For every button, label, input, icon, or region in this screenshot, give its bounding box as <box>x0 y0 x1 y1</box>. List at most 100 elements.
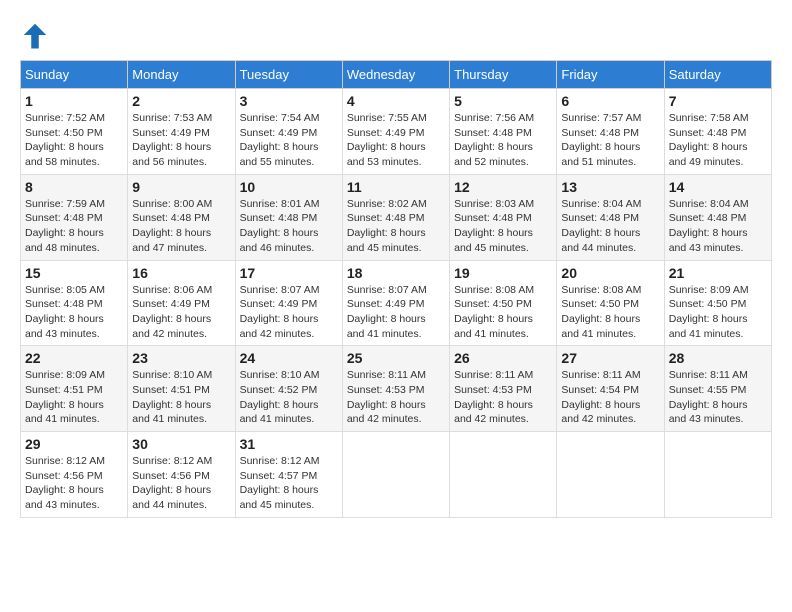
day-info: Sunrise: 8:08 AM Sunset: 4:50 PM Dayligh… <box>561 283 659 342</box>
calendar-day-cell: 22 Sunrise: 8:09 AM Sunset: 4:51 PM Dayl… <box>21 346 128 432</box>
day-info: Sunrise: 7:54 AM Sunset: 4:49 PM Dayligh… <box>240 111 338 170</box>
calendar-week-row: 29 Sunrise: 8:12 AM Sunset: 4:56 PM Dayl… <box>21 432 772 518</box>
calendar-day-cell: 1 Sunrise: 7:52 AM Sunset: 4:50 PM Dayli… <box>21 89 128 175</box>
day-number: 10 <box>240 179 338 195</box>
col-wednesday: Wednesday <box>342 61 449 89</box>
page-container: Sunday Monday Tuesday Wednesday Thursday… <box>20 20 772 518</box>
calendar-day-cell: 14 Sunrise: 8:04 AM Sunset: 4:48 PM Dayl… <box>664 174 771 260</box>
col-saturday: Saturday <box>664 61 771 89</box>
calendar-day-cell: 10 Sunrise: 8:01 AM Sunset: 4:48 PM Dayl… <box>235 174 342 260</box>
calendar-day-cell: 28 Sunrise: 8:11 AM Sunset: 4:55 PM Dayl… <box>664 346 771 432</box>
day-info: Sunrise: 7:56 AM Sunset: 4:48 PM Dayligh… <box>454 111 552 170</box>
day-info: Sunrise: 8:11 AM Sunset: 4:53 PM Dayligh… <box>454 368 552 427</box>
calendar-week-row: 1 Sunrise: 7:52 AM Sunset: 4:50 PM Dayli… <box>21 89 772 175</box>
calendar-day-cell: 13 Sunrise: 8:04 AM Sunset: 4:48 PM Dayl… <box>557 174 664 260</box>
day-info: Sunrise: 8:02 AM Sunset: 4:48 PM Dayligh… <box>347 197 445 256</box>
day-info: Sunrise: 8:07 AM Sunset: 4:49 PM Dayligh… <box>240 283 338 342</box>
day-info: Sunrise: 8:11 AM Sunset: 4:54 PM Dayligh… <box>561 368 659 427</box>
calendar-day-cell: 26 Sunrise: 8:11 AM Sunset: 4:53 PM Dayl… <box>450 346 557 432</box>
day-number: 11 <box>347 179 445 195</box>
day-number: 27 <box>561 350 659 366</box>
day-number: 5 <box>454 93 552 109</box>
day-info: Sunrise: 8:06 AM Sunset: 4:49 PM Dayligh… <box>132 283 230 342</box>
calendar-day-cell <box>450 432 557 518</box>
logo-icon <box>20 20 50 50</box>
day-number: 14 <box>669 179 767 195</box>
calendar-day-cell: 11 Sunrise: 8:02 AM Sunset: 4:48 PM Dayl… <box>342 174 449 260</box>
day-number: 12 <box>454 179 552 195</box>
day-info: Sunrise: 7:58 AM Sunset: 4:48 PM Dayligh… <box>669 111 767 170</box>
day-info: Sunrise: 8:12 AM Sunset: 4:56 PM Dayligh… <box>25 454 123 513</box>
calendar-day-cell: 31 Sunrise: 8:12 AM Sunset: 4:57 PM Dayl… <box>235 432 342 518</box>
day-number: 3 <box>240 93 338 109</box>
calendar-day-cell: 17 Sunrise: 8:07 AM Sunset: 4:49 PM Dayl… <box>235 260 342 346</box>
day-info: Sunrise: 7:57 AM Sunset: 4:48 PM Dayligh… <box>561 111 659 170</box>
calendar-week-row: 22 Sunrise: 8:09 AM Sunset: 4:51 PM Dayl… <box>21 346 772 432</box>
day-info: Sunrise: 7:55 AM Sunset: 4:49 PM Dayligh… <box>347 111 445 170</box>
day-number: 13 <box>561 179 659 195</box>
day-number: 1 <box>25 93 123 109</box>
day-number: 9 <box>132 179 230 195</box>
calendar-week-row: 15 Sunrise: 8:05 AM Sunset: 4:48 PM Dayl… <box>21 260 772 346</box>
calendar-day-cell: 19 Sunrise: 8:08 AM Sunset: 4:50 PM Dayl… <box>450 260 557 346</box>
day-number: 21 <box>669 265 767 281</box>
calendar-day-cell: 5 Sunrise: 7:56 AM Sunset: 4:48 PM Dayli… <box>450 89 557 175</box>
calendar-day-cell: 12 Sunrise: 8:03 AM Sunset: 4:48 PM Dayl… <box>450 174 557 260</box>
calendar-day-cell <box>557 432 664 518</box>
col-sunday: Sunday <box>21 61 128 89</box>
day-info: Sunrise: 8:05 AM Sunset: 4:48 PM Dayligh… <box>25 283 123 342</box>
calendar-day-cell: 27 Sunrise: 8:11 AM Sunset: 4:54 PM Dayl… <box>557 346 664 432</box>
day-info: Sunrise: 8:09 AM Sunset: 4:50 PM Dayligh… <box>669 283 767 342</box>
day-info: Sunrise: 8:04 AM Sunset: 4:48 PM Dayligh… <box>669 197 767 256</box>
calendar-week-row: 8 Sunrise: 7:59 AM Sunset: 4:48 PM Dayli… <box>21 174 772 260</box>
day-number: 15 <box>25 265 123 281</box>
calendar-day-cell: 18 Sunrise: 8:07 AM Sunset: 4:49 PM Dayl… <box>342 260 449 346</box>
day-number: 19 <box>454 265 552 281</box>
day-number: 29 <box>25 436 123 452</box>
day-info: Sunrise: 8:12 AM Sunset: 4:57 PM Dayligh… <box>240 454 338 513</box>
day-info: Sunrise: 8:11 AM Sunset: 4:53 PM Dayligh… <box>347 368 445 427</box>
calendar-day-cell: 15 Sunrise: 8:05 AM Sunset: 4:48 PM Dayl… <box>21 260 128 346</box>
col-thursday: Thursday <box>450 61 557 89</box>
day-number: 16 <box>132 265 230 281</box>
day-info: Sunrise: 8:03 AM Sunset: 4:48 PM Dayligh… <box>454 197 552 256</box>
day-number: 8 <box>25 179 123 195</box>
col-friday: Friday <box>557 61 664 89</box>
day-number: 25 <box>347 350 445 366</box>
day-number: 7 <box>669 93 767 109</box>
day-info: Sunrise: 8:11 AM Sunset: 4:55 PM Dayligh… <box>669 368 767 427</box>
calendar-day-cell: 2 Sunrise: 7:53 AM Sunset: 4:49 PM Dayli… <box>128 89 235 175</box>
page-header <box>20 20 772 50</box>
calendar-day-cell: 9 Sunrise: 8:00 AM Sunset: 4:48 PM Dayli… <box>128 174 235 260</box>
col-tuesday: Tuesday <box>235 61 342 89</box>
calendar-header-row: Sunday Monday Tuesday Wednesday Thursday… <box>21 61 772 89</box>
day-number: 28 <box>669 350 767 366</box>
calendar-day-cell: 23 Sunrise: 8:10 AM Sunset: 4:51 PM Dayl… <box>128 346 235 432</box>
day-info: Sunrise: 8:07 AM Sunset: 4:49 PM Dayligh… <box>347 283 445 342</box>
day-info: Sunrise: 7:59 AM Sunset: 4:48 PM Dayligh… <box>25 197 123 256</box>
day-number: 30 <box>132 436 230 452</box>
day-info: Sunrise: 8:01 AM Sunset: 4:48 PM Dayligh… <box>240 197 338 256</box>
col-monday: Monday <box>128 61 235 89</box>
day-number: 24 <box>240 350 338 366</box>
day-info: Sunrise: 8:00 AM Sunset: 4:48 PM Dayligh… <box>132 197 230 256</box>
day-number: 4 <box>347 93 445 109</box>
logo <box>20 20 54 50</box>
day-number: 26 <box>454 350 552 366</box>
calendar-day-cell: 7 Sunrise: 7:58 AM Sunset: 4:48 PM Dayli… <box>664 89 771 175</box>
day-number: 22 <box>25 350 123 366</box>
calendar-day-cell: 8 Sunrise: 7:59 AM Sunset: 4:48 PM Dayli… <box>21 174 128 260</box>
day-number: 6 <box>561 93 659 109</box>
day-info: Sunrise: 7:53 AM Sunset: 4:49 PM Dayligh… <box>132 111 230 170</box>
calendar-day-cell: 21 Sunrise: 8:09 AM Sunset: 4:50 PM Dayl… <box>664 260 771 346</box>
calendar-day-cell: 25 Sunrise: 8:11 AM Sunset: 4:53 PM Dayl… <box>342 346 449 432</box>
day-info: Sunrise: 8:12 AM Sunset: 4:56 PM Dayligh… <box>132 454 230 513</box>
day-number: 20 <box>561 265 659 281</box>
calendar-day-cell: 16 Sunrise: 8:06 AM Sunset: 4:49 PM Dayl… <box>128 260 235 346</box>
calendar-day-cell: 6 Sunrise: 7:57 AM Sunset: 4:48 PM Dayli… <box>557 89 664 175</box>
calendar-day-cell: 3 Sunrise: 7:54 AM Sunset: 4:49 PM Dayli… <box>235 89 342 175</box>
calendar-day-cell: 30 Sunrise: 8:12 AM Sunset: 4:56 PM Dayl… <box>128 432 235 518</box>
day-info: Sunrise: 8:04 AM Sunset: 4:48 PM Dayligh… <box>561 197 659 256</box>
calendar-day-cell: 24 Sunrise: 8:10 AM Sunset: 4:52 PM Dayl… <box>235 346 342 432</box>
day-number: 18 <box>347 265 445 281</box>
